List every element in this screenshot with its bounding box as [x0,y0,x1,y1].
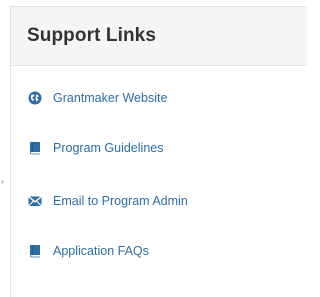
book-icon [28,141,42,155]
book-icon [28,244,42,258]
email-program-admin-link[interactable]: Email to Program Admin [28,191,188,211]
link-label: Grantmaker Website [53,91,168,105]
panel-title: Support Links [27,25,157,46]
link-label: Email to Program Admin [53,194,188,208]
link-label: Program Guidelines [53,141,164,155]
envelope-icon [28,194,42,208]
panel-header: Support Links [11,7,307,66]
globe-icon [28,91,42,105]
cursor-mark: › [1,177,4,186]
link-label: Application FAQs [53,244,149,258]
grantmaker-website-link[interactable]: Grantmaker Website [28,88,167,108]
application-faqs-link[interactable]: Application FAQs [28,241,149,261]
program-guidelines-link[interactable]: Program Guidelines [28,138,163,158]
support-links-panel: Support Links Grantmaker Website Program… [10,6,307,297]
